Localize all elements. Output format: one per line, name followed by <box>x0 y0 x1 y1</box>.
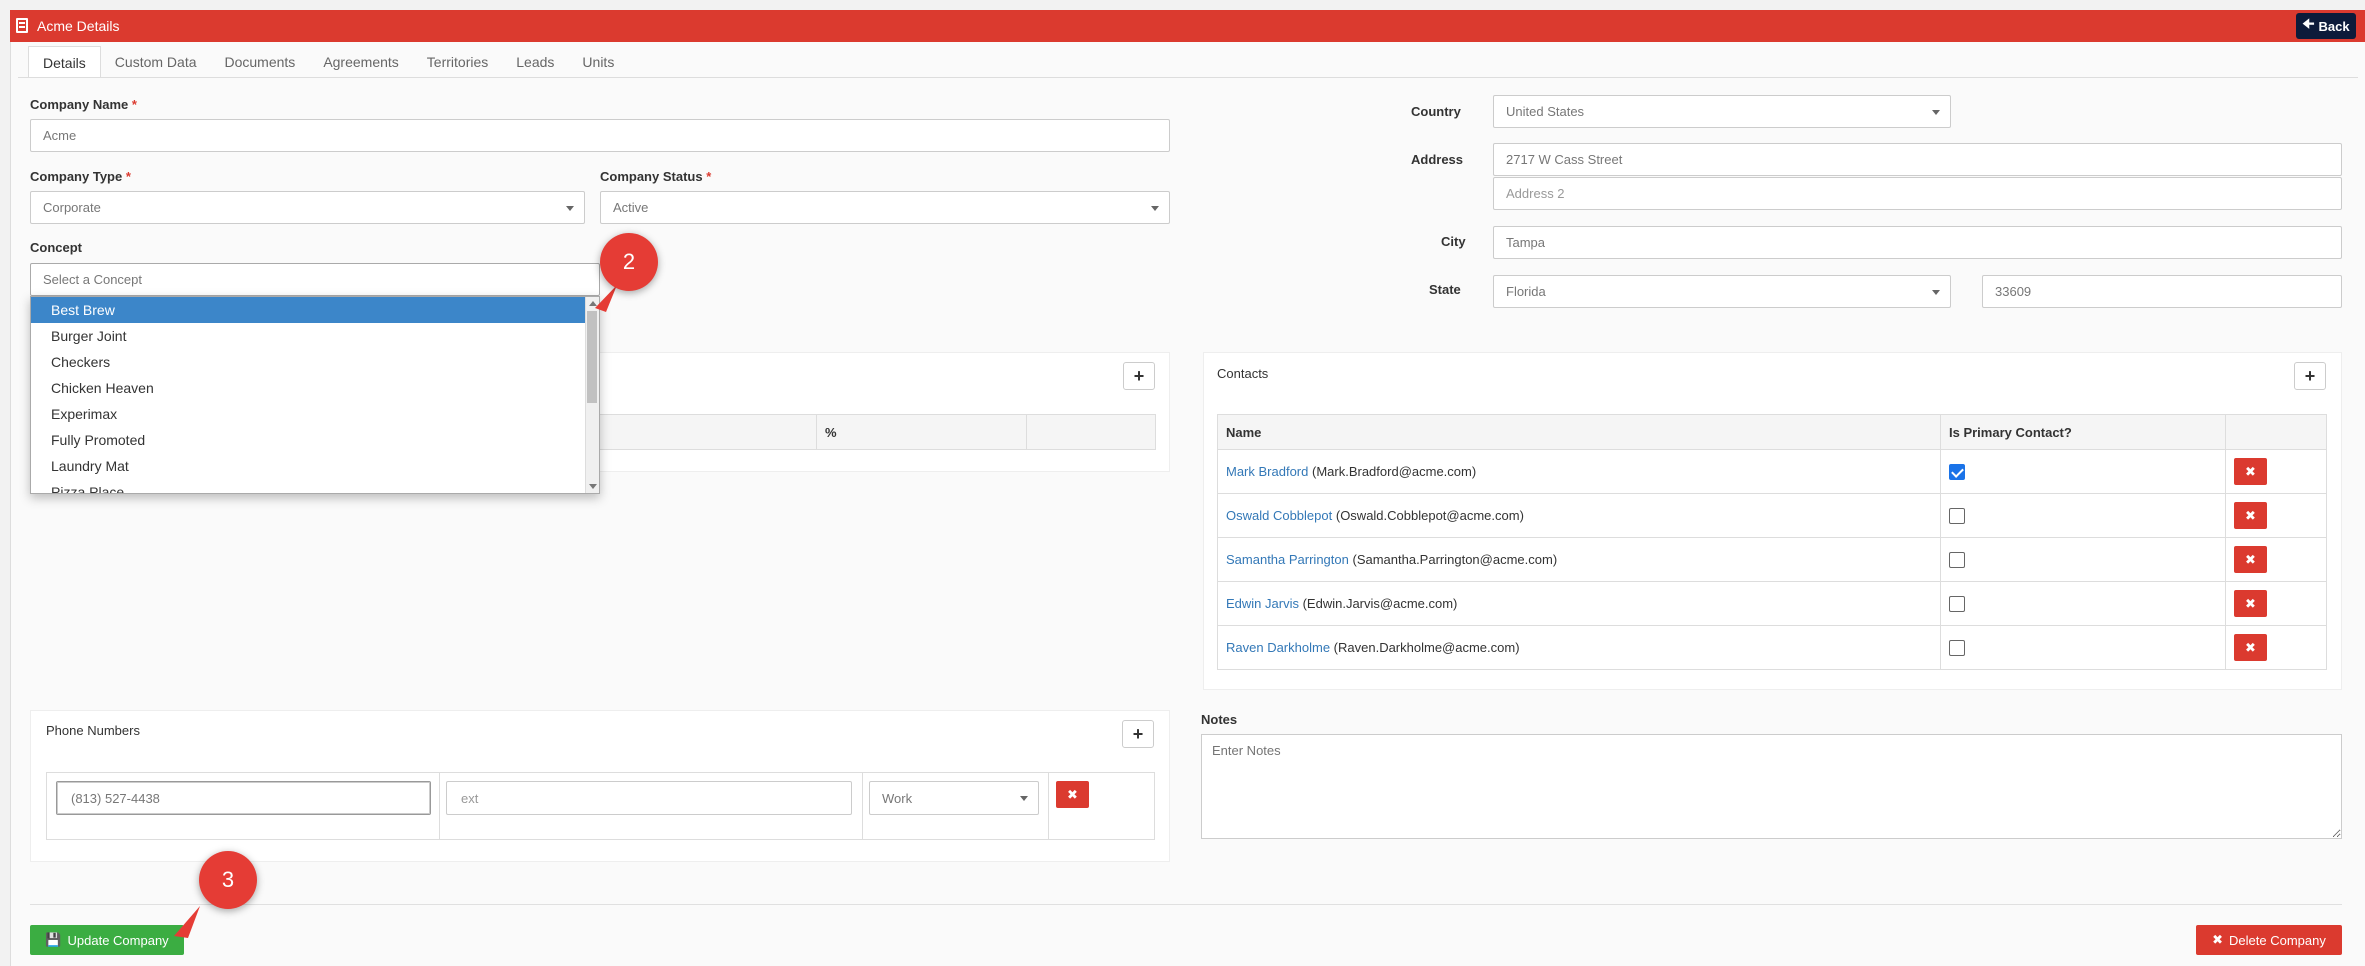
callout-3: 3 <box>199 851 257 909</box>
callout-3-pointer <box>174 906 200 938</box>
callout-2: 2 <box>600 233 658 291</box>
callout-pointers <box>174 285 617 938</box>
callout-2-pointer <box>595 285 617 312</box>
